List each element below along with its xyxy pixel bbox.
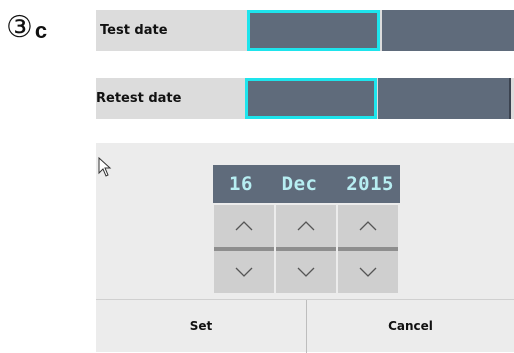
step-letter: c	[34, 18, 48, 43]
month-decrement-button[interactable]	[276, 251, 336, 293]
year-increment-button[interactable]	[338, 205, 398, 247]
retest-date-day-field[interactable]	[245, 78, 377, 119]
chevron-down-icon	[297, 267, 315, 277]
year-spinner	[338, 205, 398, 293]
retest-date-month-field[interactable]	[378, 78, 511, 119]
date-picker-panel: 16 Dec 2015 Set Cancel	[96, 143, 514, 353]
chevron-down-icon	[235, 267, 253, 277]
chevron-up-icon	[359, 221, 377, 231]
year-decrement-button[interactable]	[338, 251, 398, 293]
day-decrement-button[interactable]	[214, 251, 274, 293]
test-date-day-field[interactable]	[247, 10, 380, 51]
test-date-label: Test date	[100, 23, 168, 38]
month-value: Dec	[281, 173, 318, 195]
step-marker: ③c	[6, 12, 47, 46]
retest-date-label: Retest date	[96, 91, 182, 106]
spinner-controls	[214, 205, 398, 293]
chevron-up-icon	[235, 221, 253, 231]
month-spinner	[276, 205, 336, 293]
day-value: 16	[229, 173, 253, 195]
month-increment-button[interactable]	[276, 205, 336, 247]
cursor-icon	[98, 157, 112, 177]
step-number: ③	[6, 10, 33, 45]
chevron-down-icon	[359, 267, 377, 277]
cancel-button[interactable]: Cancel	[307, 300, 514, 353]
test-date-month-field[interactable]	[382, 10, 514, 51]
retest-date-row: Retest date	[96, 78, 514, 119]
picker-footer: Set Cancel	[96, 299, 514, 353]
date-display: 16 Dec 2015	[213, 165, 400, 203]
day-increment-button[interactable]	[214, 205, 274, 247]
test-date-row: Test date	[96, 10, 514, 51]
chevron-up-icon	[297, 221, 315, 231]
day-spinner	[214, 205, 274, 293]
year-value: 2015	[346, 173, 394, 195]
set-button[interactable]: Set	[96, 300, 306, 353]
